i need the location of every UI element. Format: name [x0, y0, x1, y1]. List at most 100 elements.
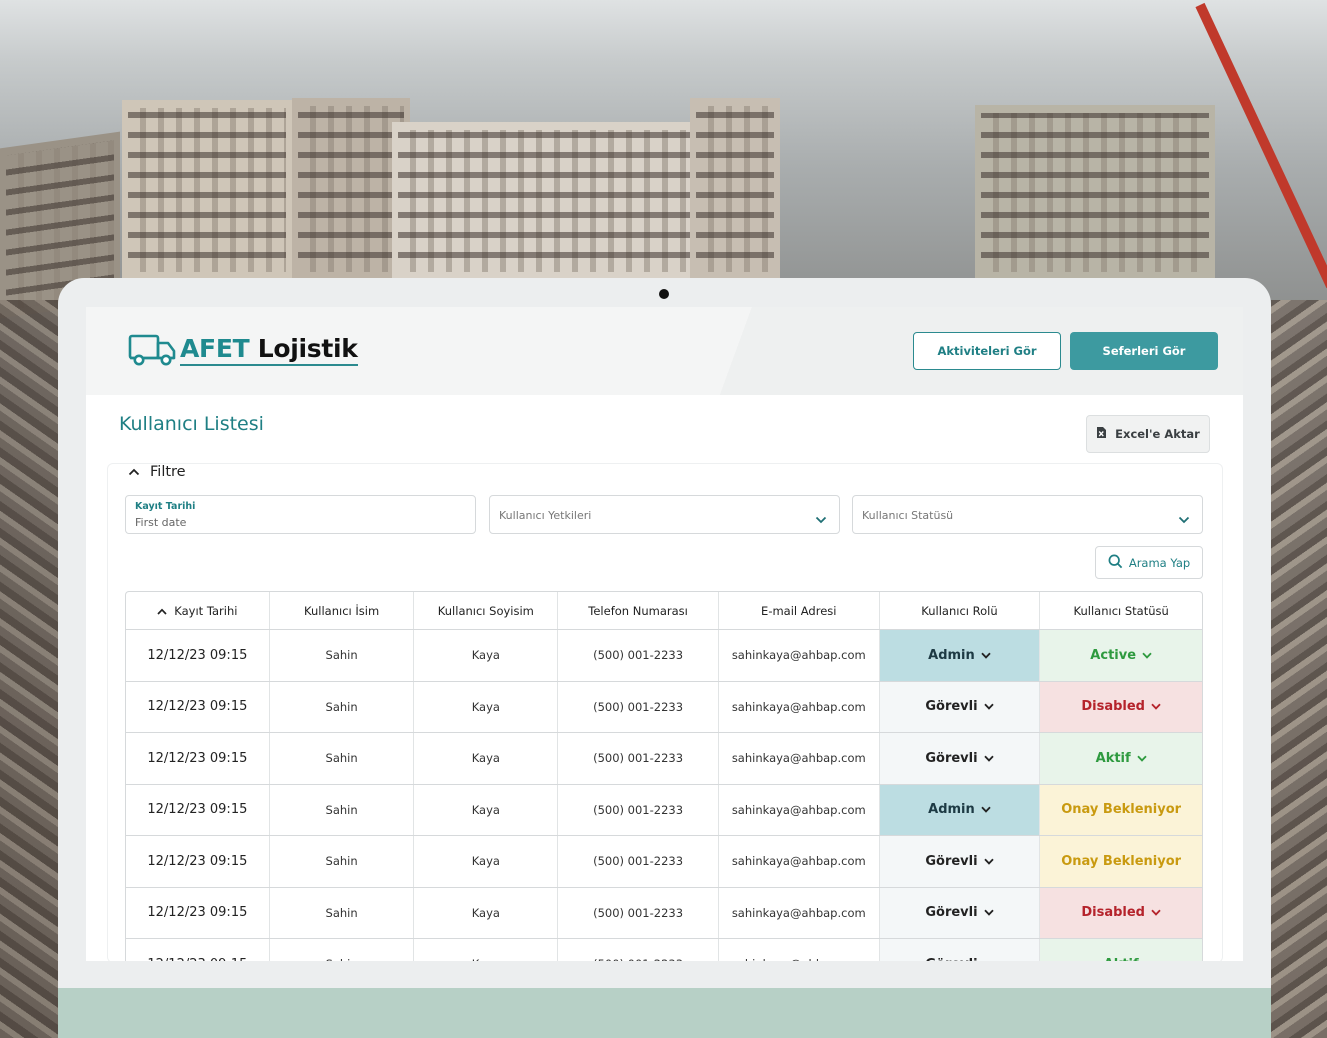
status-dropdown[interactable]: Aktif — [1040, 939, 1203, 961]
search-button[interactable]: Arama Yap — [1095, 546, 1203, 579]
background-building — [975, 105, 1215, 280]
truck-icon — [128, 333, 178, 367]
cell-surname: Kaya — [414, 836, 559, 887]
user-permissions-select[interactable]: Kullanıcı Yetkileri — [489, 495, 840, 534]
cell-date: 12/12/23 09:15 — [126, 836, 270, 887]
status-dropdown[interactable]: Disabled — [1040, 887, 1203, 938]
background-crane — [1195, 2, 1327, 289]
column-header-status[interactable]: Kullanıcı Statüsü — [1040, 592, 1202, 629]
role-dropdown[interactable]: Admin — [879, 630, 1041, 681]
cell-surname: Kaya — [414, 939, 559, 961]
role-label: Admin — [928, 647, 975, 663]
role-label: Görevli — [925, 957, 977, 961]
role-dropdown[interactable]: Admin — [879, 784, 1041, 835]
chevron-down-icon — [984, 957, 994, 961]
chevron-down-icon — [983, 699, 994, 714]
table-row: 12/12/23 09:15SahinKaya(500) 001-2233sah… — [126, 784, 1203, 836]
role-label: Görevli — [925, 699, 978, 715]
cell-name: Sahin — [270, 887, 415, 938]
page-title: Kullanıcı Listesi — [119, 413, 264, 435]
status-label: Active — [1090, 647, 1137, 663]
role-label: Görevli — [925, 853, 978, 869]
sort-asc-icon — [157, 604, 167, 618]
registration-date-field[interactable]: Kayıt Tarihi First date — [125, 495, 476, 534]
cell-email: sahinkaya@ahbap.com — [719, 836, 880, 887]
user-status-select[interactable]: Kullanıcı Statüsü — [852, 495, 1203, 534]
column-header-role[interactable]: Kullanıcı Rolü — [880, 592, 1041, 629]
cell-phone: (500) 001-2233 — [558, 630, 719, 681]
chevron-down-icon — [1137, 751, 1147, 766]
camera-dot — [659, 289, 669, 299]
registration-date-value: First date — [135, 516, 187, 529]
cell-name: Sahin — [270, 733, 415, 784]
status-dropdown[interactable]: Aktif — [1040, 733, 1203, 784]
cell-surname: Kaya — [414, 733, 559, 784]
device-base — [58, 988, 1271, 1038]
chevron-down-icon — [1151, 905, 1161, 920]
cell-phone: (500) 001-2233 — [558, 784, 719, 835]
background-rubble — [0, 300, 58, 1038]
export-excel-label: Excel'e Aktar — [1115, 427, 1200, 441]
column-header-date[interactable]: Kayıt Tarihi — [126, 592, 270, 629]
role-dropdown[interactable]: Görevli — [879, 887, 1041, 938]
cell-phone: (500) 001-2233 — [558, 733, 719, 784]
role-label: Görevli — [925, 905, 978, 921]
cell-email: sahinkaya@ahbap.com — [719, 887, 880, 938]
cell-name: Sahin — [270, 939, 415, 961]
column-header-surname[interactable]: Kullanıcı Soyisim — [414, 592, 559, 629]
status-label: Disabled — [1081, 699, 1145, 715]
role-label: Görevli — [925, 750, 978, 766]
cell-surname: Kaya — [414, 681, 559, 732]
column-header-email[interactable]: E-mail Adresi — [719, 592, 880, 629]
chevron-down-icon — [815, 509, 827, 528]
status-dropdown[interactable]: Disabled — [1040, 681, 1203, 732]
column-header-name[interactable]: Kullanıcı İsim — [270, 592, 415, 629]
cell-phone: (500) 001-2233 — [558, 887, 719, 938]
cell-email: sahinkaya@ahbap.com — [719, 939, 880, 961]
table-header: Kayıt Tarihi Kullanıcı İsim Kullanıcı So… — [126, 592, 1202, 630]
filter-toggle[interactable]: Filtre — [128, 464, 186, 480]
app-header: AFET Lojistik Aktiviteleri Gör Seferleri… — [86, 307, 1243, 395]
table-row: 12/12/23 09:15SahinKaya(500) 001-2233sah… — [126, 733, 1203, 785]
cell-date: 12/12/23 09:15 — [126, 681, 270, 732]
chevron-down-icon — [1142, 648, 1152, 663]
role-dropdown[interactable]: Görevli — [879, 681, 1041, 732]
background-building — [392, 122, 710, 280]
cell-date: 12/12/23 09:15 — [126, 939, 270, 961]
table-row: 12/12/23 09:15SahinKaya(500) 001-2233sah… — [126, 836, 1203, 888]
registration-date-label: Kayıt Tarihi — [135, 501, 196, 512]
role-dropdown[interactable]: Görevli — [879, 939, 1041, 961]
cell-email: sahinkaya@ahbap.com — [719, 630, 880, 681]
logo[interactable]: AFET Lojistik — [128, 333, 358, 367]
status-dropdown[interactable]: Onay Bekleniyor — [1040, 784, 1203, 835]
cell-surname: Kaya — [414, 887, 559, 938]
cell-name: Sahin — [270, 630, 415, 681]
cell-date: 12/12/23 09:15 — [126, 630, 270, 681]
status-label: Onay Bekleniyor — [1061, 853, 1182, 869]
search-icon — [1108, 554, 1123, 572]
view-activities-button[interactable]: Aktiviteleri Gör — [913, 332, 1061, 370]
app-screen: AFET Lojistik Aktiviteleri Gör Seferleri… — [86, 307, 1243, 961]
logo-text: AFET Lojistik — [180, 334, 358, 366]
export-excel-button[interactable]: Excel'e Aktar — [1086, 415, 1210, 453]
view-trips-button[interactable]: Seferleri Gör — [1070, 332, 1218, 370]
user-permissions-placeholder: Kullanıcı Yetkileri — [499, 509, 592, 522]
column-header-phone[interactable]: Telefon Numarası — [558, 592, 719, 629]
cell-email: sahinkaya@ahbap.com — [719, 733, 880, 784]
table-row: 12/12/23 09:15SahinKaya(500) 001-2233sah… — [126, 887, 1203, 939]
chevron-down-icon — [1178, 509, 1190, 528]
role-dropdown[interactable]: Görevli — [879, 733, 1041, 784]
chevron-down-icon — [981, 648, 991, 663]
cell-phone: (500) 001-2233 — [558, 939, 719, 961]
cell-surname: Kaya — [414, 784, 559, 835]
table-row: 12/12/23 09:15SahinKaya(500) 001-2233sah… — [126, 939, 1203, 961]
role-dropdown[interactable]: Görevli — [879, 836, 1041, 887]
chevron-down-icon — [983, 751, 994, 766]
cell-name: Sahin — [270, 784, 415, 835]
excel-file-icon — [1096, 426, 1107, 442]
cell-date: 12/12/23 09:15 — [126, 733, 270, 784]
status-dropdown[interactable]: Active — [1040, 630, 1203, 681]
status-dropdown[interactable]: Onay Bekleniyor — [1040, 836, 1203, 887]
chevron-down-icon — [983, 854, 994, 869]
device-frame: AFET Lojistik Aktiviteleri Gör Seferleri… — [58, 278, 1271, 1038]
